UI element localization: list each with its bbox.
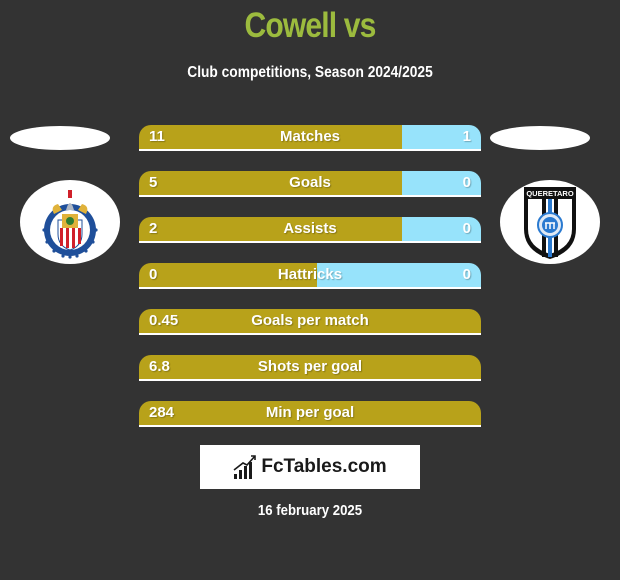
queretaro-crest-icon: QUERETARO — [524, 187, 576, 259]
stat-row-matches: 11 Matches 1 — [139, 125, 481, 151]
stat-label: Shots per goal — [257, 358, 363, 375]
stat-row-shots-per-goal: 6.8 Shots per goal — [139, 355, 481, 381]
fctables-brand-link[interactable]: FcTables.com — [200, 445, 420, 489]
stat-label: Goals per match — [251, 312, 369, 329]
right-value: 1 — [462, 128, 471, 145]
stat-label: Hattricks — [277, 266, 343, 283]
chivas-guadalajara-crest-icon — [42, 190, 98, 259]
right-team-logo[interactable]: QUERETARO — [500, 180, 600, 264]
right-team-name-placeholder — [490, 126, 590, 150]
left-team-logo[interactable] — [20, 180, 120, 264]
page-title: Cowell vs — [244, 6, 376, 45]
stat-row-goals: 5 Goals 0 — [139, 171, 481, 197]
report-date: 16 february 2025 — [257, 502, 363, 519]
right-value: 0 — [462, 174, 471, 191]
stat-row-min-per-goal: 284 Min per goal — [139, 401, 481, 427]
stat-row-hattricks: 0 Hattricks 0 — [139, 263, 481, 289]
queretaro-logo-text: QUERETARO — [526, 189, 574, 198]
stat-label: Min per goal — [265, 404, 355, 421]
stat-label: Matches — [279, 128, 341, 145]
competition-subtitle: Club competitions, Season 2024/2025 — [187, 64, 433, 81]
stat-label: Assists — [283, 220, 337, 237]
bar-chart-logo-icon — [233, 455, 257, 479]
stat-row-assists: 2 Assists 0 — [139, 217, 481, 243]
stat-label: Goals — [289, 174, 331, 191]
left-team-name-placeholder — [10, 126, 110, 150]
right-value: 0 — [462, 220, 471, 237]
brand-text: FcTables.com — [261, 456, 387, 477]
stat-row-goals-per-match: 0.45 Goals per match — [139, 309, 481, 335]
right-value: 0 — [462, 266, 471, 283]
